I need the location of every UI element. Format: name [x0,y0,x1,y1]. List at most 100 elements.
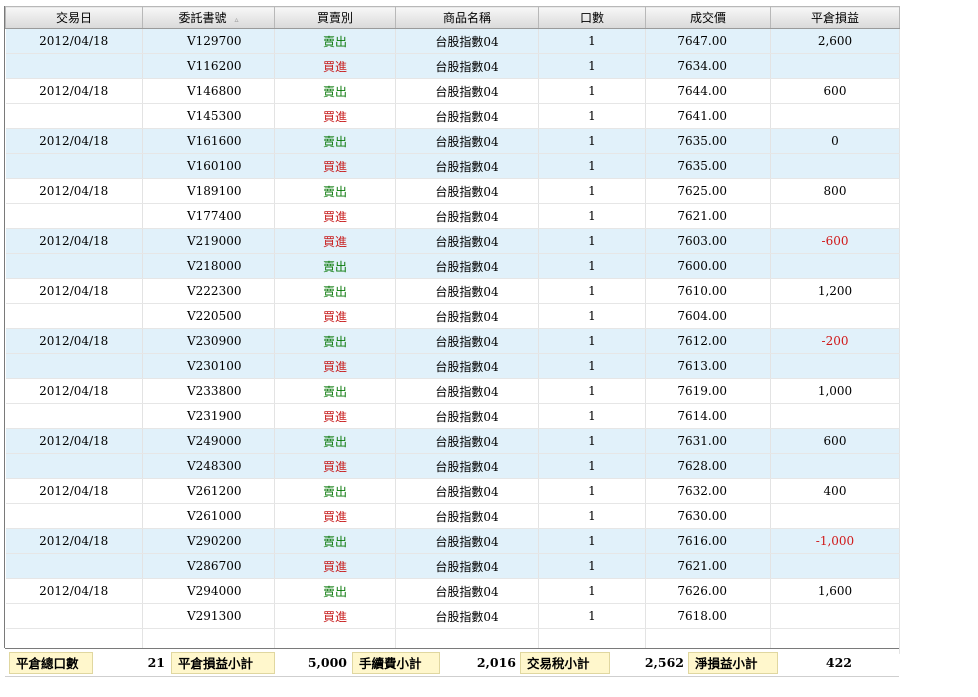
price-cell: 7625.00 [645,178,771,204]
column-header-qty[interactable]: 口數 [538,6,646,29]
order-no-cell: V290200 [142,528,275,554]
date-cell [5,153,143,179]
product-cell: 台股指數04 [395,428,539,454]
column-header-side[interactable]: 買賣別 [274,6,396,29]
column-header-date[interactable]: 交易日 [5,6,143,29]
table-row[interactable]: V286700 買進 台股指數04 1 7621.00 [5,553,900,579]
order-no-cell: V233800 [142,378,275,404]
table-row[interactable]: 2012/04/18 V161600 賣出 台股指數04 1 7635.00 0 [5,128,900,154]
price-cell: 7610.00 [645,278,771,304]
table-row[interactable]: 2012/04/18 V230900 賣出 台股指數04 1 7612.00 -200 [5,328,900,354]
pl-cell: 2,600 [770,28,900,54]
table-row[interactable]: 2012/04/18 V189100 賣出 台股指數04 1 7625.00 800 [5,178,900,204]
date-cell: 2012/04/18 [5,378,143,404]
product-cell: 台股指數04 [395,578,539,604]
table-row[interactable]: V177400 買進 台股指數04 1 7621.00 [5,203,900,229]
qty-cell: 1 [538,403,646,429]
price-cell: 7631.00 [645,428,771,454]
table-row[interactable]: V231900 買進 台股指數04 1 7614.00 [5,403,900,429]
date-cell [5,203,143,229]
order-no-cell: V249000 [142,428,275,454]
table-row[interactable]: 2012/04/18 V294000 賣出 台股指數04 1 7626.00 1,600 [5,578,900,604]
column-header-label: 委託書號 [178,11,227,25]
total-qty-label: 平倉總口數 [9,652,93,674]
side-cell: 賣出 [274,178,396,204]
table-row[interactable]: 2012/04/18 V146800 賣出 台股指數04 1 7644.00 600 [5,78,900,104]
pl-cell [770,153,900,179]
side-cell: 賣出 [274,253,396,279]
price-cell: 7618.00 [645,603,771,629]
price-cell: 7628.00 [645,453,771,479]
table-row[interactable]: 2012/04/18 V129700 賣出 台股指數04 1 7647.00 2,600 [5,28,900,54]
order-no-cell: V146800 [142,78,275,104]
side-cell: 賣出 [274,428,396,454]
pl-subtotal-value: 5,000 [307,655,347,670]
qty-cell: 1 [538,478,646,504]
table-row[interactable]: V145300 買進 台股指數04 1 7641.00 [5,103,900,129]
product-cell: 台股指數04 [395,503,539,529]
column-header-order-no[interactable]: 委託書號 ▵ [142,6,275,29]
table-row[interactable]: V218000 賣出 台股指數04 1 7600.00 [5,253,900,279]
price-cell: 7616.00 [645,528,771,554]
date-cell [5,353,143,379]
side-cell: 賣出 [274,478,396,504]
table-row[interactable]: V116200 買進 台股指數04 1 7634.00 [5,53,900,79]
order-no-cell: V261200 [142,478,275,504]
table-row[interactable]: V261000 買進 台股指數04 1 7630.00 [5,503,900,529]
table-row[interactable]: V160100 買進 台股指數04 1 7635.00 [5,153,900,179]
column-header-price[interactable]: 成交價 [645,6,771,29]
price-cell: 7621.00 [645,203,771,229]
date-cell [5,403,143,429]
product-cell: 台股指數04 [395,103,539,129]
date-cell [5,103,143,129]
date-cell [5,53,143,79]
date-cell [5,603,143,629]
table-row[interactable]: 2012/04/18 V219000 買進 台股指數04 1 7603.00 -600 [5,228,900,254]
qty-cell: 1 [538,53,646,79]
price-cell: 7619.00 [645,378,771,404]
product-cell: 台股指數04 [395,203,539,229]
column-header-label: 平倉損益 [810,11,859,25]
side-cell: 賣出 [274,28,396,54]
table-row[interactable]: 2012/04/18 V261200 賣出 台股指數04 1 7632.00 400 [5,478,900,504]
table-row[interactable]: V220500 買進 台股指數04 1 7604.00 [5,303,900,329]
qty-cell: 1 [538,278,646,304]
price-cell: 7613.00 [645,353,771,379]
table-row[interactable]: 2012/04/18 V222300 賣出 台股指數04 1 7610.00 1,200 [5,278,900,304]
qty-cell: 1 [538,128,646,154]
table-row[interactable]: V230100 買進 台股指數04 1 7613.00 [5,353,900,379]
pl-cell [770,353,900,379]
table-row[interactable]: 2012/04/18 V233800 賣出 台股指數04 1 7619.00 1,000 [5,378,900,404]
price-cell: 7614.00 [645,403,771,429]
column-header-product[interactable]: 商品名稱 [395,6,539,29]
table-row[interactable]: 2012/04/18 V249000 賣出 台股指數04 1 7631.00 600 [5,428,900,454]
price-cell: 7644.00 [645,78,771,104]
order-no-cell: V177400 [142,203,275,229]
column-header-label: 商品名稱 [442,11,491,25]
product-cell: 台股指數04 [395,353,539,379]
net-subtotal-value: 422 [825,655,852,670]
order-no-cell: V230900 [142,328,275,354]
table-row[interactable]: 2012/04/18 V290200 賣出 台股指數04 1 7616.00 -1,000 [5,528,900,554]
pl-cell [770,53,900,79]
qty-cell: 1 [538,28,646,54]
pl-cell: 600 [770,428,900,454]
table-row[interactable]: V291300 買進 台股指數04 1 7618.00 [5,603,900,629]
order-no-cell: V248300 [142,453,275,479]
side-cell: 買進 [274,453,396,479]
date-cell: 2012/04/18 [5,128,143,154]
product-cell: 台股指數04 [395,28,539,54]
table-row[interactable]: V248300 買進 台股指數04 1 7628.00 [5,453,900,479]
date-cell: 2012/04/18 [5,328,143,354]
tax-subtotal-value: 2,562 [644,655,684,670]
date-cell: 2012/04/18 [5,578,143,604]
pl-cell [770,103,900,129]
price-cell: 7641.00 [645,103,771,129]
pl-cell [770,403,900,429]
price-cell: 7635.00 [645,128,771,154]
side-cell: 買進 [274,553,396,579]
column-header-pl[interactable]: 平倉損益 [770,6,900,29]
product-cell: 台股指數04 [395,603,539,629]
pl-cell: 1,000 [770,378,900,404]
side-cell: 買進 [274,203,396,229]
